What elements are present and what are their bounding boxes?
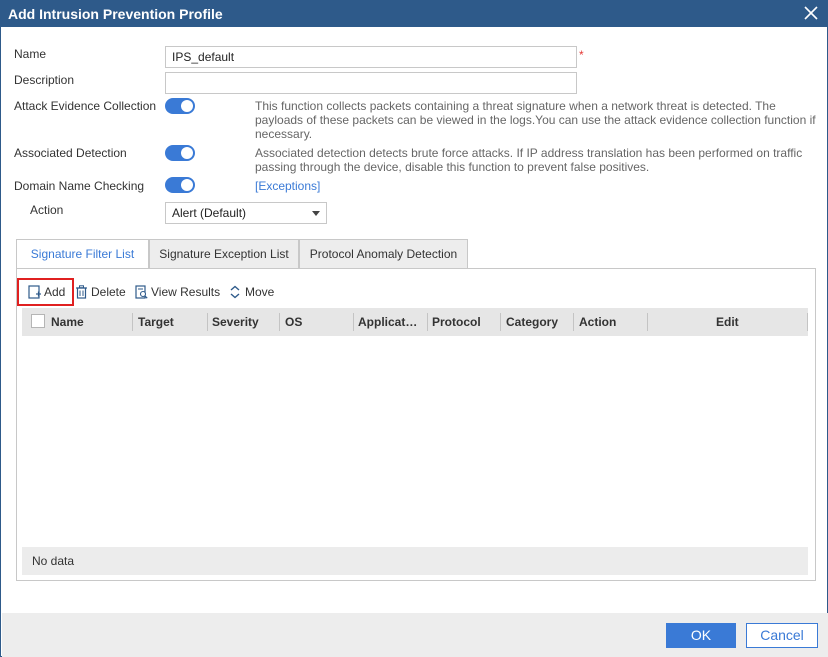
dialog-title-bar: Add Intrusion Prevention Profile [1, 1, 827, 27]
cancel-button[interactable]: Cancel [746, 623, 818, 648]
tab-signature-exception-list[interactable]: Signature Exception List [149, 239, 299, 269]
exceptions-link[interactable]: [Exceptions] [255, 179, 320, 193]
move-icon [230, 285, 240, 299]
dialog-title: Add Intrusion Prevention Profile [8, 6, 223, 22]
name-field[interactable] [165, 46, 577, 68]
associated-detection-label: Associated Detection [14, 146, 127, 160]
action-select-value: Alert (Default) [172, 206, 247, 220]
move-button-label: Move [245, 285, 275, 299]
delete-icon [76, 285, 87, 299]
tab-label: Protocol Anomaly Detection [309, 247, 458, 261]
delete-button-label: Delete [91, 285, 126, 299]
add-button[interactable]: Add [28, 283, 70, 301]
add-ips-profile-dialog: Add Intrusion Prevention Profile Name * … [0, 0, 828, 657]
column-target[interactable]: Target [138, 308, 174, 336]
required-mark: * [579, 48, 584, 62]
tab-signature-filter-list[interactable]: Signature Filter List [16, 239, 149, 269]
column-protocol[interactable]: Protocol [432, 308, 481, 336]
attack-evidence-desc-1: This function collects packets containin… [255, 99, 776, 113]
associated-detection-toggle[interactable] [165, 145, 195, 161]
empty-table-message: No data [22, 547, 808, 575]
column-category[interactable]: Category [506, 308, 558, 336]
tab-protocol-anomaly-detection[interactable]: Protocol Anomaly Detection [299, 239, 468, 269]
column-action[interactable]: Action [579, 308, 616, 336]
view-results-button[interactable]: View Results [135, 283, 223, 301]
associated-detection-desc-1: Associated detection detects brute force… [255, 146, 803, 160]
tab-label: Signature Filter List [30, 247, 135, 261]
description-field[interactable] [165, 72, 577, 94]
move-button[interactable]: Move [229, 283, 279, 301]
associated-detection-desc-2: passing through the device, disable this… [255, 160, 650, 174]
view-results-icon [135, 285, 148, 299]
chevron-down-icon [312, 211, 320, 216]
name-label: Name [14, 47, 47, 61]
tab-label: Signature Exception List [159, 247, 289, 261]
ok-button[interactable]: OK [666, 623, 736, 648]
add-button-label: Add [44, 285, 66, 299]
action-label: Action [30, 203, 64, 217]
column-edit[interactable]: Edit [716, 308, 739, 336]
column-severity[interactable]: Severity [212, 308, 259, 336]
add-icon [28, 285, 41, 299]
table-header: Name Target Severity OS Applicat… Protoc… [22, 308, 808, 336]
attack-evidence-desc-2: payloads of these packets can be viewed … [255, 113, 816, 127]
attack-evidence-toggle[interactable] [165, 98, 195, 114]
close-icon[interactable] [801, 3, 821, 23]
action-select[interactable]: Alert (Default) [165, 202, 327, 224]
column-application[interactable]: Applicat… [358, 308, 417, 336]
domain-check-label: Domain Name Checking [14, 179, 145, 193]
delete-button[interactable]: Delete [75, 283, 130, 301]
attack-evidence-label: Attack Evidence Collection [14, 99, 157, 113]
domain-check-toggle[interactable] [165, 177, 195, 193]
column-name[interactable]: Name [51, 308, 84, 336]
column-os[interactable]: OS [285, 308, 302, 336]
select-all-checkbox[interactable] [31, 314, 45, 328]
view-results-button-label: View Results [151, 285, 221, 299]
description-label: Description [14, 73, 75, 87]
attack-evidence-desc-3: necessary. [255, 127, 313, 141]
